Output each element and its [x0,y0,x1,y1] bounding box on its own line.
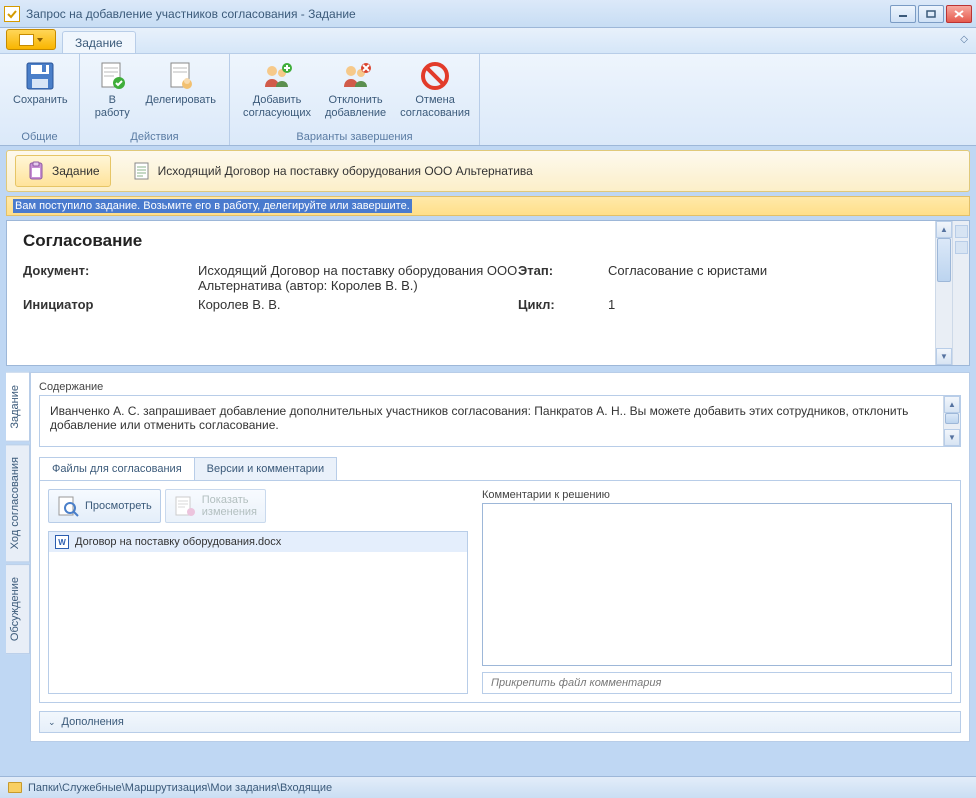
sidetab-progress[interactable]: Ход согласования [6,444,30,562]
file-row[interactable]: W Договор на поставку оборудования.docx [49,532,467,552]
ribbon-group-actions: Действия [80,131,229,145]
add-people-icon [261,60,293,92]
app-icon [4,6,20,22]
detail-heading: Согласование [23,231,919,251]
magnifier-icon [57,495,79,517]
to-work-button[interactable]: В работу [86,57,139,123]
save-button[interactable]: Сохранить [6,57,75,123]
ribbon-collapse-icon[interactable]: ◇ [960,34,968,45]
ribbon-group-variants: Варианты завершения [230,131,479,145]
scroll-down-icon[interactable]: ▼ [936,348,952,365]
nav-marker-2[interactable] [955,241,968,254]
view-tab-task-label: Задание [52,164,100,178]
additions-expander[interactable]: ⌄ Дополнения [39,711,961,733]
cancel-approval-button[interactable]: Отмена согласования [393,57,477,123]
window-title: Запрос на добавление участников согласов… [26,7,890,21]
word-doc-icon: W [55,535,69,549]
sidetab-discussion[interactable]: Обсуждение [6,564,30,654]
file-list: W Договор на поставку оборудования.docx [48,531,468,694]
delegate-button[interactable]: Делегировать [139,57,224,123]
titlebar: Запрос на добавление участников согласов… [0,0,976,28]
show-changes-button: Показать изменения [165,489,266,523]
detail-nav [952,221,969,365]
scroll-thumb[interactable] [945,413,959,424]
delegate-icon [165,60,197,92]
info-text: Вам поступило задание. Возьмите его в ра… [13,199,412,213]
inner-tab-versions[interactable]: Версии и комментарии [194,457,337,480]
cancel-icon [419,60,451,92]
scroll-up-icon[interactable]: ▲ [936,221,952,238]
stage-value: Согласование с юристами [608,263,919,293]
scroll-up-icon[interactable]: ▲ [944,396,960,413]
chevron-down-icon: ⌄ [48,717,56,728]
sidetab-task[interactable]: Задание [6,372,30,442]
minimize-button[interactable] [890,5,916,23]
ribbon-tab-task[interactable]: Задание [62,31,136,53]
comments-textarea[interactable] [482,503,952,666]
view-tab-doc-label: Исходящий Договор на поставку оборудован… [158,164,533,178]
view-bar: Задание Исходящий Договор на поставку об… [6,150,970,192]
close-button[interactable] [946,5,972,23]
document-icon [132,161,152,181]
view-file-button[interactable]: Просмотреть [48,489,161,523]
clipboard-icon [26,161,46,181]
save-icon [24,60,56,92]
attach-comment-file[interactable]: Прикрепить файл комментария [482,672,952,694]
maximize-button[interactable] [918,5,944,23]
content-box: Иванченко А. С. запрашивает добавление д… [39,395,961,447]
folder-icon [8,782,22,793]
doc-label: Документ: [23,263,198,293]
inner-tab-files[interactable]: Файлы для согласования [39,457,195,480]
cycle-value: 1 [608,297,919,312]
scroll-thumb[interactable] [937,238,951,282]
add-approvers-button[interactable]: Добавить согласующих [236,57,318,123]
view-tab-doc[interactable]: Исходящий Договор на поставку оборудован… [121,155,544,187]
detail-scrollbar[interactable]: ▲ ▼ [935,221,952,365]
stage-label: Этап: [518,263,608,293]
status-path: Папки\Служебные\Маршрутизация\Мои задани… [28,782,332,794]
inner-tabs: Файлы для согласования Версии и коммента… [39,457,961,480]
reject-add-button[interactable]: Отклонить добавление [318,57,393,123]
doc-value: Исходящий Договор на поставку оборудован… [198,263,518,293]
comments-label: Комментарии к решению [482,489,952,501]
status-bar: Папки\Служебные\Маршрутизация\Мои задани… [0,776,976,798]
app-menu-button[interactable] [6,29,56,50]
reject-people-icon [340,60,372,92]
ribbon-group-common: Общие [0,131,79,145]
main-area: Задание Ход согласования Обсуждение Соде… [6,372,970,742]
cycle-label: Цикл: [518,297,608,312]
view-tab-task[interactable]: Задание [15,155,111,187]
to-work-icon [96,60,128,92]
inner-body: Просмотреть Показать изменения W Договор… [39,480,961,703]
changes-icon [174,495,196,517]
scroll-down-icon[interactable]: ▼ [944,429,960,446]
content-label: Содержание [39,381,961,393]
content-scrollbar[interactable]: ▲ ▼ [943,396,960,446]
content-text: Иванченко А. С. запрашивает добавление д… [50,404,937,438]
file-name: Договор на поставку оборудования.docx [75,536,281,548]
ribbon: Сохранить Общие В работу Делегировать Де… [0,54,976,146]
detail-panel: Согласование Документ: Исходящий Договор… [6,220,970,366]
initiator-value: Королев В. В. [198,297,518,312]
initiator-label: Инициатор [23,297,198,312]
nav-marker-1[interactable] [955,225,968,238]
ribbon-tab-row: Задание ◇ [0,28,976,54]
info-band: Вам поступило задание. Возьмите его в ра… [6,196,970,216]
